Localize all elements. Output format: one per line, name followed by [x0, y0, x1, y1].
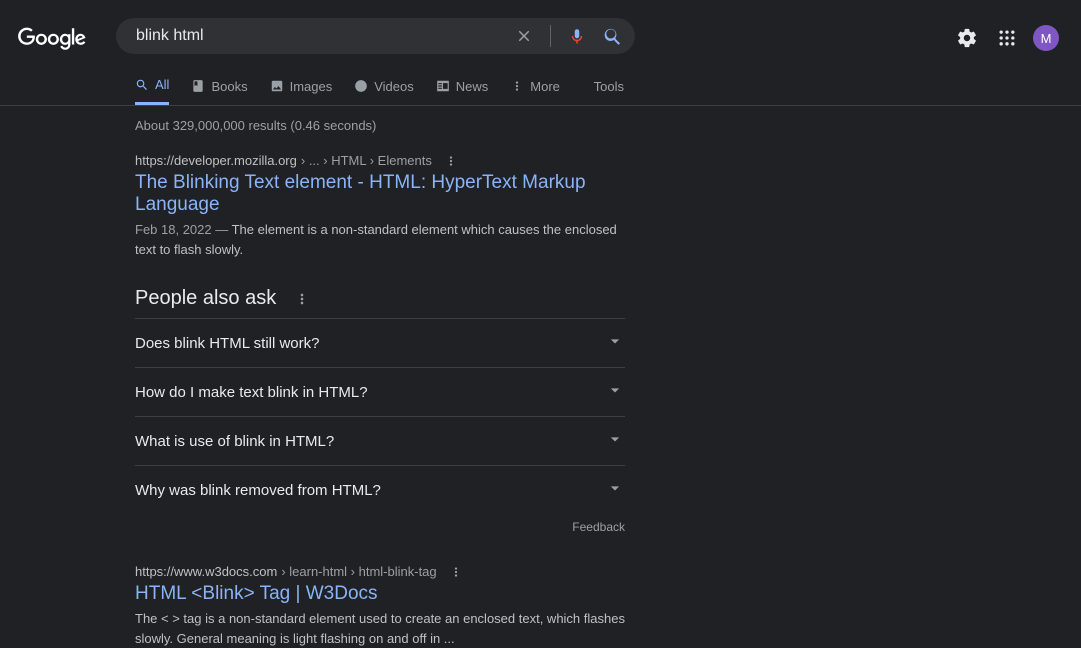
avatar[interactable]: M	[1033, 25, 1059, 51]
tools-button[interactable]: Tools	[594, 79, 624, 104]
chevron-down-icon	[605, 478, 625, 502]
paa-q-text: What is use of blink in HTML?	[135, 433, 334, 450]
paa-menu-icon[interactable]	[294, 291, 310, 307]
tools-label: Tools	[594, 79, 624, 94]
books-icon	[191, 79, 205, 93]
result-snippet: Feb 18, 2022 — The element is a non-stan…	[135, 220, 625, 259]
result-menu-icon[interactable]	[449, 565, 463, 579]
result-date: Feb 18, 2022 —	[135, 222, 232, 237]
tab-images[interactable]: Images	[270, 79, 333, 104]
result-stats: About 329,000,000 results (0.46 seconds)	[135, 118, 760, 133]
search-bar[interactable]	[116, 18, 635, 54]
search-input[interactable]	[136, 27, 510, 45]
settings-icon[interactable]	[953, 24, 981, 52]
divider	[550, 25, 551, 47]
search-tab-icon	[135, 78, 149, 92]
paa-question[interactable]: Does blink HTML still work?	[135, 318, 625, 367]
images-icon	[270, 79, 284, 93]
tab-label: Images	[290, 79, 333, 94]
people-also-ask-heading: People also ask	[135, 287, 760, 310]
news-icon	[436, 79, 450, 93]
avatar-initial: M	[1041, 31, 1052, 46]
result-domain: https://www.w3docs.com	[135, 564, 277, 579]
tab-all[interactable]: All	[135, 77, 169, 105]
tab-news[interactable]: News	[436, 79, 489, 104]
voice-search-icon[interactable]	[563, 22, 591, 50]
result-path: › learn-html › html-blink-tag	[281, 564, 436, 579]
result-title[interactable]: The Blinking Text element - HTML: HyperT…	[135, 172, 625, 216]
tab-label: News	[456, 79, 489, 94]
apps-icon[interactable]	[993, 24, 1021, 52]
tab-books[interactable]: Books	[191, 79, 247, 104]
result-snippet: The < > tag is a non-standard element us…	[135, 609, 625, 648]
paa-q-text: Why was blink removed from HTML?	[135, 482, 381, 499]
tab-label: Books	[211, 79, 247, 94]
search-result: https://www.w3docs.com › learn-html › ht…	[135, 564, 625, 648]
more-icon	[510, 79, 524, 93]
result-title[interactable]: HTML <Blink> Tag | W3Docs	[135, 583, 625, 605]
tab-label: More	[530, 79, 560, 94]
paa-question[interactable]: How do I make text blink in HTML?	[135, 367, 625, 416]
clear-icon[interactable]	[510, 22, 538, 50]
breadcrumb[interactable]: https://developer.mozilla.org › ... › HT…	[135, 153, 625, 168]
search-icon[interactable]	[599, 22, 627, 50]
feedback-link[interactable]: Feedback	[135, 520, 625, 534]
paa-q-text: Does blink HTML still work?	[135, 335, 320, 352]
paa-question[interactable]: Why was blink removed from HTML?	[135, 465, 625, 514]
result-domain: https://developer.mozilla.org	[135, 153, 297, 168]
search-result: https://developer.mozilla.org › ... › HT…	[135, 153, 625, 259]
videos-icon	[354, 79, 368, 93]
paa-title: People also ask	[135, 287, 276, 310]
tab-more[interactable]: More	[510, 79, 560, 104]
tab-videos[interactable]: Videos	[354, 79, 414, 104]
chevron-down-icon	[605, 331, 625, 355]
result-menu-icon[interactable]	[444, 154, 458, 168]
google-logo[interactable]	[18, 26, 86, 57]
result-path: › ... › HTML › Elements	[301, 153, 432, 168]
paa-question[interactable]: What is use of blink in HTML?	[135, 416, 625, 465]
breadcrumb[interactable]: https://www.w3docs.com › learn-html › ht…	[135, 564, 625, 579]
chevron-down-icon	[605, 380, 625, 404]
tab-label: All	[155, 77, 169, 92]
paa-q-text: How do I make text blink in HTML?	[135, 384, 368, 401]
chevron-down-icon	[605, 429, 625, 453]
tab-label: Videos	[374, 79, 414, 94]
